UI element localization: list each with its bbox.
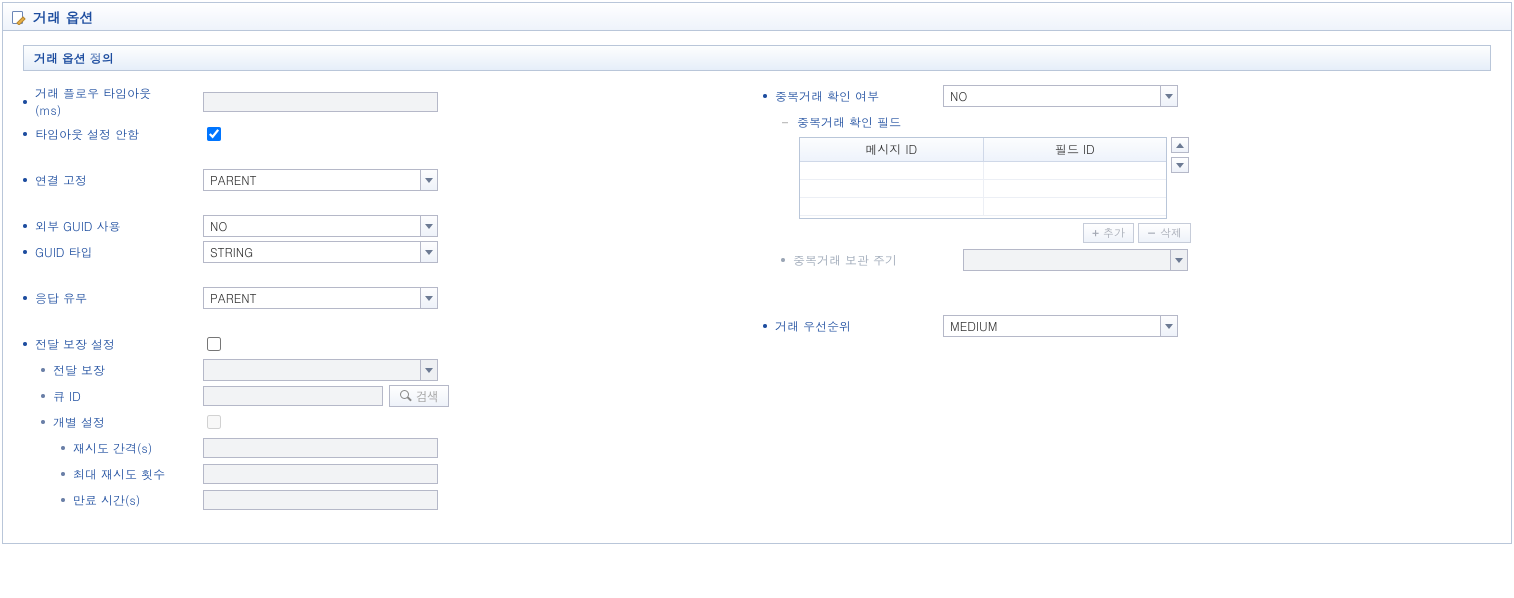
label-indiv: 개별 설정 (53, 414, 193, 431)
checkbox-indiv[interactable] (207, 415, 221, 429)
label-queue-id: 큐 ID (53, 388, 193, 405)
label-dup-check: 중복거래 확인 여부 (775, 88, 915, 105)
label-max-retry: 최대 재시도 횟수 (73, 466, 203, 483)
combo-conn-fix[interactable]: PARENT (203, 169, 438, 191)
input-max-retry[interactable] (203, 464, 438, 484)
combo-priority[interactable]: MEDIUM (943, 315, 1178, 337)
delete-row-button[interactable]: 삭제 (1138, 223, 1191, 243)
combo-deliv[interactable] (203, 359, 438, 381)
label-conn-fix: 연결 고정 (35, 172, 175, 189)
label-ext-guid: 외부 GUID 사용 (35, 218, 175, 235)
combo-dup-check[interactable]: NO (943, 85, 1178, 107)
add-row-button[interactable]: 추가 (1083, 223, 1133, 243)
chevron-down-icon (420, 216, 437, 236)
button-search-queue[interactable]: 검색 (389, 385, 449, 407)
plus-icon (1092, 226, 1098, 241)
grid-row[interactable] (800, 162, 1166, 180)
search-icon (400, 390, 412, 402)
chevron-down-icon (420, 170, 437, 190)
chevron-down-icon (1160, 316, 1177, 336)
panel-trade-options: 거래 옵션 거래 옵션 정의 거래 플로우 타임아웃(ms) 타임아웃 설정 안 (2, 2, 1512, 544)
label-deliv: 전달 보장 (53, 362, 193, 379)
right-column: 중복거래 확인 여부 NO - 중복거래 확인 필드 (763, 85, 1491, 515)
combo-guid-type[interactable]: STRING (203, 241, 438, 263)
chevron-down-icon (420, 360, 437, 380)
panel-header: 거래 옵션 (3, 3, 1511, 31)
move-up-button[interactable] (1171, 137, 1189, 153)
label-retry-int: 재시도 간격(s) (73, 440, 203, 457)
label-no-timeout: 타임아웃 설정 안함 (35, 126, 175, 143)
panel-title: 거래 옵션 (33, 7, 94, 27)
input-retry-int[interactable] (203, 438, 438, 458)
grid-col-message-id: 메시지 ID (800, 138, 984, 161)
grid-col-field-id: 필드 ID (984, 138, 1167, 161)
minus-icon (1147, 226, 1156, 241)
grid-row[interactable] (800, 198, 1166, 216)
checkbox-deliv-set[interactable] (207, 337, 221, 351)
input-queue-id[interactable] (203, 386, 383, 406)
label-deliv-set: 전달 보장 설정 (35, 336, 175, 353)
combo-ext-guid[interactable]: NO (203, 215, 438, 237)
chevron-down-icon (420, 242, 437, 262)
left-column: 거래 플로우 타임아웃(ms) 타임아웃 설정 안함 연결 고정 (23, 85, 763, 515)
label-guid-type: GUID 타입 (35, 244, 175, 261)
label-dup-retain: 중복거래 보관 주기 (793, 252, 933, 269)
sub-header: 거래 옵션 정의 (23, 45, 1491, 71)
combo-resp-yn[interactable]: PARENT (203, 287, 438, 309)
chevron-down-icon (420, 288, 437, 308)
edit-icon (11, 9, 27, 25)
input-expire[interactable] (203, 490, 438, 510)
combo-dup-retain[interactable] (963, 249, 1188, 271)
label-priority: 거래 우선순위 (775, 318, 915, 335)
label-resp-yn: 응답 유무 (35, 290, 175, 307)
input-flow-timeout[interactable] (203, 92, 438, 112)
dup-field-grid[interactable]: 메시지 ID 필드 ID (799, 137, 1167, 219)
chevron-down-icon (1170, 250, 1187, 270)
grid-row[interactable] (800, 180, 1166, 198)
checkbox-no-timeout[interactable] (207, 127, 221, 141)
label-flow-timeout: 거래 플로우 타임아웃(ms) (35, 85, 175, 119)
chevron-down-icon (1176, 163, 1184, 168)
chevron-up-icon (1176, 143, 1184, 148)
chevron-down-icon (1160, 86, 1177, 106)
label-expire: 만료 시간(s) (73, 492, 203, 509)
label-dup-field: 중복거래 확인 필드 (797, 114, 937, 131)
move-down-button[interactable] (1171, 157, 1189, 173)
dash-icon: - (781, 114, 789, 131)
